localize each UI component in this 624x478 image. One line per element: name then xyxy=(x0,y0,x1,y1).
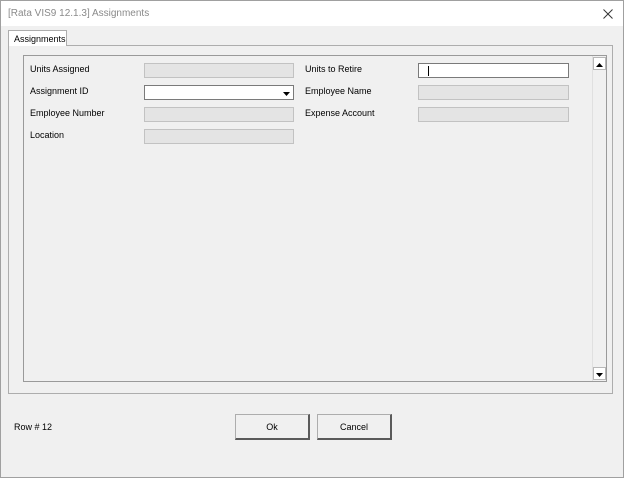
close-button[interactable] xyxy=(593,1,623,26)
employee-number-field xyxy=(144,107,294,122)
employee-number-label: Employee Number xyxy=(30,108,105,118)
tab-assignments[interactable]: Assignments xyxy=(8,30,67,46)
assignment-frame: Units Assigned Assignment ID Employee Nu… xyxy=(23,55,607,382)
row-status: Row # 12 xyxy=(14,422,53,432)
scroll-down-arrow-icon xyxy=(596,369,603,379)
dialog-window: [Rata VIS9 12.1.3] Assignments Assignmen… xyxy=(0,0,624,478)
assignment-id-combo[interactable] xyxy=(144,85,294,100)
ok-button-label: Ok xyxy=(266,421,278,432)
employee-name-field xyxy=(418,85,569,100)
tab-assignments-label: Assignments xyxy=(14,34,66,44)
units-to-retire-input[interactable] xyxy=(418,63,569,78)
window-title: [Rata VIS9 12.1.3] Assignments xyxy=(8,8,150,19)
scroll-down-button[interactable] xyxy=(593,367,606,380)
tab-panel-assignments: Units Assigned Assignment ID Employee Nu… xyxy=(8,45,613,394)
employee-name-label: Employee Name xyxy=(305,86,372,96)
vertical-scrollbar[interactable] xyxy=(592,56,606,381)
scroll-up-arrow-icon xyxy=(596,59,603,69)
cancel-button-label: Cancel xyxy=(339,421,368,432)
cancel-button[interactable]: Cancel xyxy=(317,414,392,440)
title-bar[interactable]: [Rata VIS9 12.1.3] Assignments xyxy=(1,1,623,26)
text-caret xyxy=(428,66,429,76)
location-field xyxy=(144,129,294,144)
expense-account-field xyxy=(418,107,569,122)
units-assigned-field xyxy=(144,63,294,78)
assignment-id-label: Assignment ID xyxy=(30,86,89,96)
scroll-up-button[interactable] xyxy=(593,57,606,70)
dropdown-arrow-icon xyxy=(283,88,290,98)
expense-account-label: Expense Account xyxy=(305,108,375,118)
units-assigned-label: Units Assigned xyxy=(30,64,90,74)
close-icon xyxy=(603,8,613,19)
ok-button[interactable]: Ok xyxy=(235,414,310,440)
location-label: Location xyxy=(30,130,65,140)
units-to-retire-label: Units to Retire xyxy=(305,64,363,74)
assignment-id-dropdown-button[interactable] xyxy=(280,86,293,99)
